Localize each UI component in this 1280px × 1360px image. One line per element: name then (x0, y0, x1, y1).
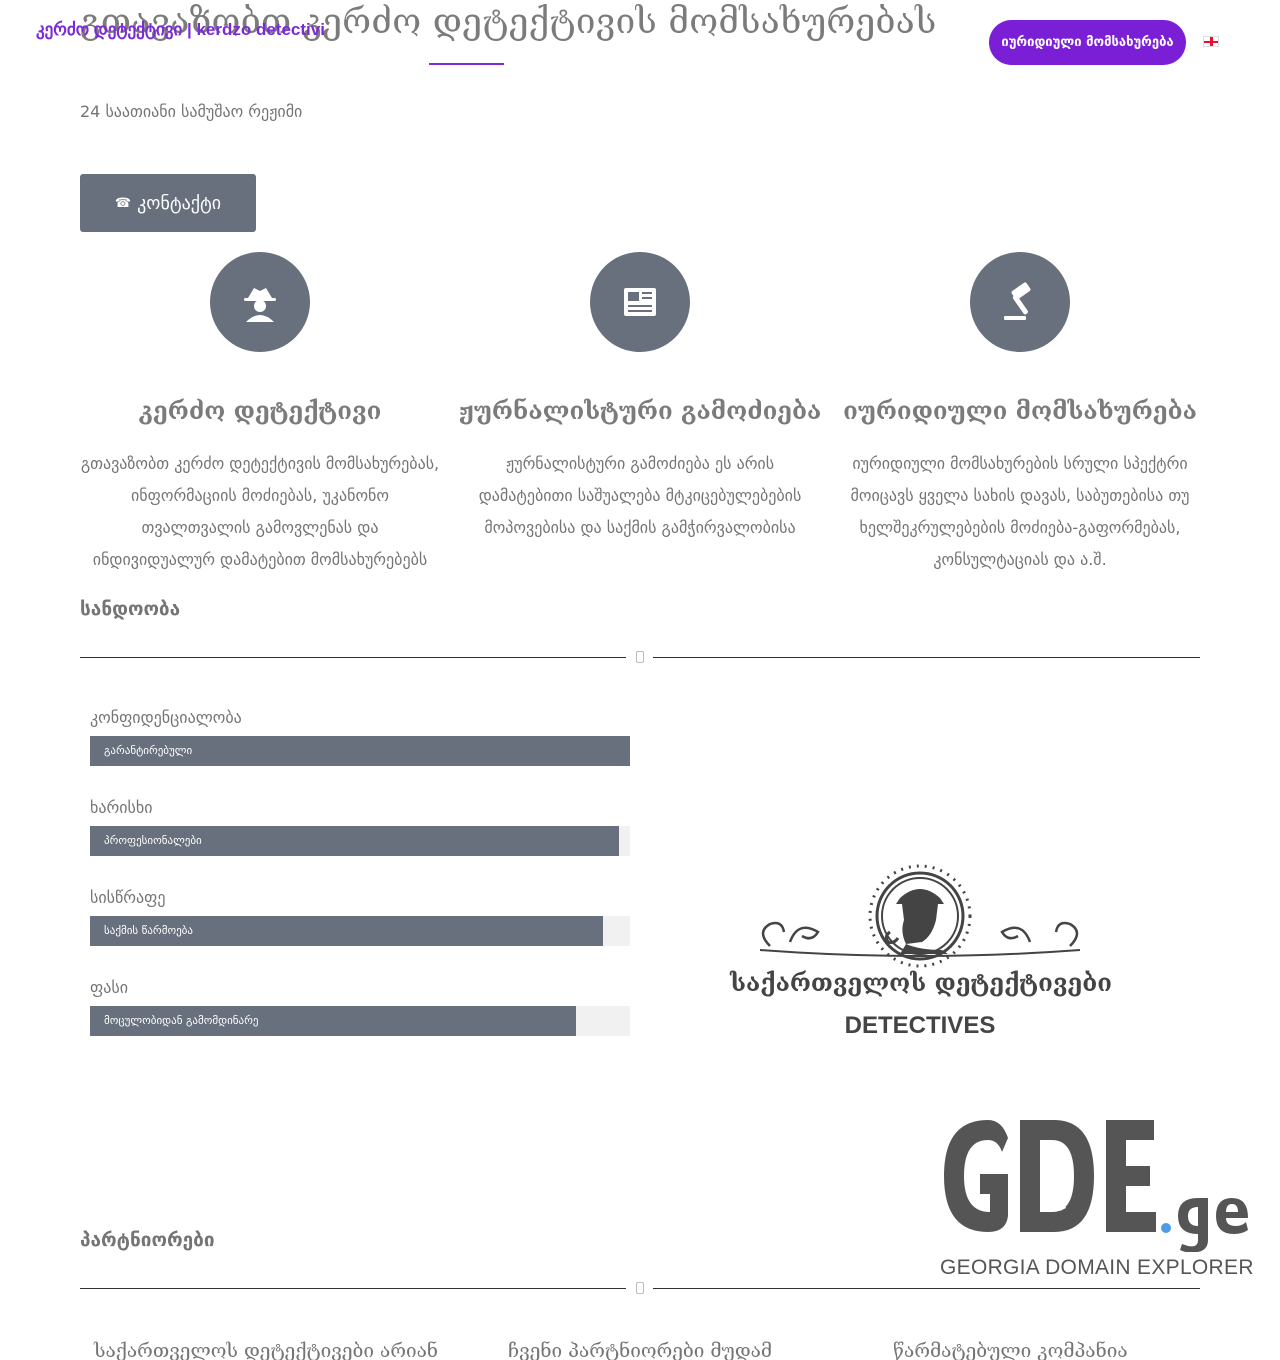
separator-line (653, 657, 1200, 658)
service-title: იურიდიული მომსახურება (843, 396, 1197, 425)
detectives-logo: საქართველოს დეტექტივები DETECTIVES (730, 858, 1112, 1048)
skill-item: ხარისხი პროფესიონალები (90, 796, 630, 856)
detectives-logo-text-ka: საქართველოს დეტექტივები (730, 968, 1112, 997)
separator-line (653, 1288, 1200, 1289)
gavel-icon (1004, 282, 1031, 320)
progress-track: საქმის წარმოება (90, 916, 630, 946)
progress-track: მოცულობიდან გამომდინარე (90, 1006, 630, 1036)
service-description: იურიდიული მომსახურების სრული სპექტრი მოი… (850, 454, 1190, 569)
phone-icon: ☎ (114, 195, 132, 211)
service-description: ჟურნალისტური გამოძიება ეს არის დამატებით… (478, 454, 802, 537)
skills-list: კონფიდენციალობა გარანტირებული ხარისხი პრ… (90, 706, 630, 1066)
skill-label: ფასი (90, 978, 128, 997)
gde-logo[interactable]: GEORGIA DOMAIN EXPLORER (936, 1112, 1256, 1287)
service-journalistic-investigation: ჟურნალისტური გამოძიება ჟურნალისტური გამო… (450, 252, 830, 544)
separator-icon (636, 1282, 644, 1294)
progress-track: გარანტირებული (90, 736, 630, 766)
progress-fill: საქმის წარმოება (90, 916, 603, 946)
gde-tagline: GEORGIA DOMAIN EXPLORER (940, 1256, 1254, 1279)
skill-label: სისწრაფე (90, 888, 166, 907)
contact-button[interactable]: ☎ კონტაქტი (80, 174, 256, 232)
separator-icon (636, 651, 644, 663)
partner-column-text: საქართველოს დეტექტივები არიან (94, 1340, 439, 1360)
partner-column-text: ჩვენი პარტნიორები მუდამ (508, 1340, 773, 1360)
georgian-flag-icon[interactable] (1203, 36, 1219, 47)
progress-fill: გარანტირებული (90, 736, 630, 766)
reliability-title: სანდოობა (80, 598, 181, 620)
legal-services-button[interactable]: იურიდიული მომსახურება (989, 20, 1186, 65)
skill-label: ხარისხი (90, 798, 153, 817)
skill-item: კონფიდენციალობა გარანტირებული (90, 706, 630, 766)
service-legal: იურიდიული მომსახურება იურიდიული მომსახურ… (830, 252, 1210, 576)
service-icon-circle (590, 252, 690, 352)
skill-item: ფასი მოცულობიდან გამომდინარე (90, 976, 630, 1036)
skill-label: კონფიდენციალობა (90, 708, 242, 727)
progress-fill: მოცულობიდან გამომდინარე (90, 1006, 576, 1036)
partner-column-text: წარმატებული კომპანია (893, 1340, 1128, 1360)
progress-fill: პროფესიონალები (90, 826, 620, 856)
newspaper-icon (624, 288, 656, 316)
partners-title: პარტნიორები (80, 1229, 215, 1251)
service-title: ჟურნალისტური გამოძიება (458, 396, 822, 425)
service-description: გთავაზობთ კერძო დეტექტივის მომსახურებას,… (80, 454, 440, 569)
section-separator (80, 1282, 1200, 1296)
working-hours-text: 24 საათიანი სამუშაო რეჟიმი (80, 102, 303, 121)
title-underline (429, 63, 504, 65)
skill-item: სისწრაფე საქმის წარმოება (90, 886, 630, 946)
service-icon-circle (210, 252, 310, 352)
gde-wordmark-icon (944, 1120, 1248, 1253)
site-logo-link[interactable]: კერძო დეტექტივი | kerdzo detectivi (36, 20, 325, 40)
service-title: კერძო დეტექტივი (138, 396, 382, 425)
separator-line (80, 657, 626, 658)
progress-track: პროფესიონალები (90, 826, 630, 856)
service-private-detective: კერძო დეტექტივი გთავაზობთ კერძო დეტექტივ… (70, 252, 450, 576)
separator-line (80, 1288, 626, 1289)
section-separator (80, 651, 1200, 665)
detectives-logo-text-en: DETECTIVES (844, 1012, 996, 1039)
detective-emblem-icon (759, 864, 1081, 968)
user-secret-icon (244, 288, 276, 322)
page: გთავაზობთ კერძო დეტექტივის მომსახურებას … (0, 0, 1280, 1360)
service-icon-circle (970, 252, 1070, 352)
contact-button-label: კონტაქტი (137, 192, 222, 214)
